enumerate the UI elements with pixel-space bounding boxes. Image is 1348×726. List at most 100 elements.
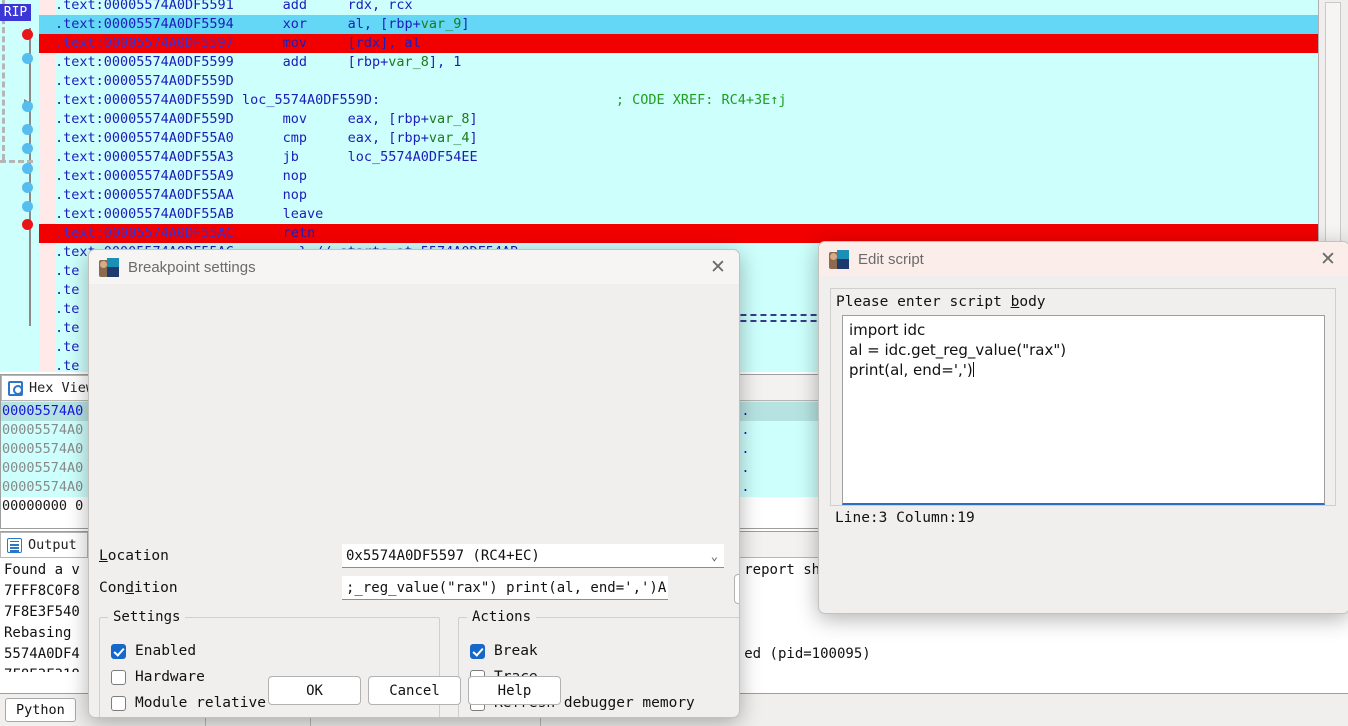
breakpoint-gutter[interactable] xyxy=(39,0,55,372)
line-mnemonic: mov xyxy=(283,35,348,51)
disassembly-line[interactable]: .text:00005574A0DF55A3 jb loc_5574A0DF54… xyxy=(55,148,478,167)
line-mnemonic: jb xyxy=(283,149,348,165)
line-label[interactable]: loc_5574A0DF559D: xyxy=(234,92,380,108)
hex-address: 00005574A0 xyxy=(2,460,83,476)
line-address: .te xyxy=(55,301,79,317)
output-line-left: 7F8E3F540 xyxy=(4,604,80,620)
tab-output[interactable]: Output xyxy=(0,532,88,557)
condition-value: ;_reg_value("rax") print(al, end=',')A xyxy=(346,580,666,596)
flow-line-dashed-vertical xyxy=(2,0,5,160)
instruction-dot[interactable] xyxy=(22,124,33,135)
edit-script-prompt: Please enter script body xyxy=(831,289,1335,315)
disassembly-line[interactable]: .te xyxy=(55,300,79,319)
disassembly-line[interactable]: .text:00005574A0DF55AC retn xyxy=(55,224,348,243)
breakpoint-dot[interactable] xyxy=(22,219,33,230)
breakpoint-dot[interactable] xyxy=(22,29,33,40)
line-mnemonic: nop xyxy=(283,187,348,203)
edit-script-title: Edit script xyxy=(858,251,1311,268)
checkbox-icon xyxy=(111,644,126,659)
disassembly-line[interactable]: .text:00005574A0DF55A0 cmp eax, [rbp+var… xyxy=(55,129,478,148)
line-gap xyxy=(234,111,283,127)
line-operands: [rdx], al xyxy=(348,35,421,51)
setting-hardware[interactable]: Hardware xyxy=(111,669,205,685)
breakpoint-dialog-title: Breakpoint settings xyxy=(128,259,701,276)
bp-cancel-button[interactable]: Cancel xyxy=(368,676,461,705)
setting-enabled[interactable]: Enabled xyxy=(111,643,196,659)
output-line-left: Rebasing xyxy=(4,625,71,641)
line-address: .te xyxy=(55,282,79,298)
line-operands: [rbp+var_8], 1 xyxy=(348,54,462,70)
flow-arrows-gutter xyxy=(0,0,39,372)
disassembly-line[interactable]: .text:00005574A0DF55AB leave xyxy=(55,205,348,224)
location-label-rest: ocation xyxy=(108,548,169,564)
disassembly-line[interactable]: .te xyxy=(55,319,79,338)
line-xref-comment: ; CODE XREF: RC4+3E↑j xyxy=(380,92,786,108)
line-address: .text:00005574A0DF55A3 xyxy=(55,149,234,165)
condition-edit-script-button[interactable]: ... xyxy=(734,574,740,604)
tab-output-label: Output xyxy=(28,537,77,553)
instruction-dot[interactable] xyxy=(22,163,33,174)
checkbox-label: Break xyxy=(494,643,538,659)
location-label: Location xyxy=(99,548,169,564)
chevron-down-icon[interactable]: ⌄ xyxy=(707,549,722,563)
script-textarea[interactable]: import idcal = idc.get_reg_value("rax")p… xyxy=(842,315,1325,505)
disassembly-line[interactable]: .te xyxy=(55,281,79,300)
chevron-down-icon[interactable]: ⌄ xyxy=(666,581,668,595)
edit-script-titlebar: Edit script ✕ xyxy=(819,242,1348,276)
line-mnemonic: add xyxy=(283,54,348,70)
disassembly-line[interactable]: .text:00005574A0DF55AA nop xyxy=(55,186,348,205)
edit-script-dialog[interactable]: Edit script ✕ Please enter script body i… xyxy=(818,241,1348,614)
disassembly-line[interactable]: .text:00005574A0DF5591 add rdx, rcx xyxy=(55,0,413,15)
line-gap xyxy=(234,149,283,165)
hex-view-icon xyxy=(8,381,23,396)
disassembly-line[interactable]: .text:00005574A0DF559D xyxy=(55,72,234,91)
line-address: .text:00005574A0DF5597 xyxy=(55,35,234,51)
hex-address: 00005574A0 xyxy=(2,479,83,495)
line-address: .text:00005574A0DF559D xyxy=(55,73,234,89)
close-icon[interactable]: ✕ xyxy=(1311,244,1345,274)
line-address: .text:00005574A0DF55A0 xyxy=(55,130,234,146)
python-cli-button[interactable]: Python xyxy=(5,698,76,722)
location-combobox[interactable]: 0x5574A0DF5597 (RC4+EC) ⌄ xyxy=(342,544,724,568)
text-caret xyxy=(973,362,974,377)
disassembly-line[interactable]: .te xyxy=(55,357,79,372)
disassembly-line[interactable]: .text:00005574A0DF55A9 nop xyxy=(55,167,348,186)
hex-address: 00005574A0 xyxy=(2,422,83,438)
breakpoint-settings-dialog[interactable]: Breakpoint settings ✕ Location 0x5574A0D… xyxy=(88,249,740,718)
disassembly-line[interactable]: .text:00005574A0DF559D loc_5574A0DF559D:… xyxy=(55,91,787,110)
location-value: 0x5574A0DF5597 (RC4+EC) xyxy=(346,548,540,564)
disassembly-line[interactable]: .text:00005574A0DF559D mov eax, [rbp+var… xyxy=(55,110,478,129)
line-address: .text:00005574A0DF55AB xyxy=(55,206,234,222)
instruction-dot[interactable] xyxy=(22,101,33,112)
disassembly-line[interactable]: .te xyxy=(55,338,79,357)
line-gap xyxy=(234,225,283,241)
script-code-line: al = idc.get_reg_value("rax") xyxy=(849,340,1318,360)
line-gap xyxy=(234,130,283,146)
disassembly-line[interactable]: .text:00005574A0DF5594 xor al, [rbp+var_… xyxy=(55,15,470,34)
line-operands: loc_5574A0DF54EE xyxy=(348,149,478,165)
output-line-right: ed (pid=100095) xyxy=(744,646,870,662)
bp-ok-button[interactable]: OK xyxy=(268,676,361,705)
close-icon[interactable]: ✕ xyxy=(701,252,735,282)
disassembly-line[interactable]: .text:00005574A0DF5599 add [rbp+var_8], … xyxy=(55,53,461,72)
instruction-dot[interactable] xyxy=(22,182,33,193)
ida-logo-icon xyxy=(99,258,119,277)
bp-help-button[interactable]: Help xyxy=(468,676,561,705)
action-break[interactable]: Break xyxy=(470,643,538,659)
checkbox-label: Hardware xyxy=(135,669,205,685)
instruction-dot[interactable] xyxy=(22,53,33,64)
output-line-left: Found a v xyxy=(4,562,80,578)
disassembly-line[interactable]: .text:00005574A0DF5597 mov [rdx], al xyxy=(55,34,421,53)
line-gap xyxy=(234,16,283,32)
line-mnemonic: add xyxy=(283,0,348,13)
condition-combobox[interactable]: ;_reg_value("rax") print(al, end=',')A ⌄ xyxy=(342,576,668,600)
line-gap xyxy=(234,206,283,222)
output-line-left: 7F8E3F318 xyxy=(4,667,80,672)
line-mnemonic: retn xyxy=(283,225,348,241)
line-address: .text:00005574A0DF5591 xyxy=(55,0,234,13)
setting-module-relative[interactable]: Module relative xyxy=(111,695,266,711)
line-address: .te xyxy=(55,339,79,355)
instruction-dot[interactable] xyxy=(22,201,33,212)
instruction-dot[interactable] xyxy=(22,143,33,154)
disassembly-line[interactable]: .te xyxy=(55,262,79,281)
